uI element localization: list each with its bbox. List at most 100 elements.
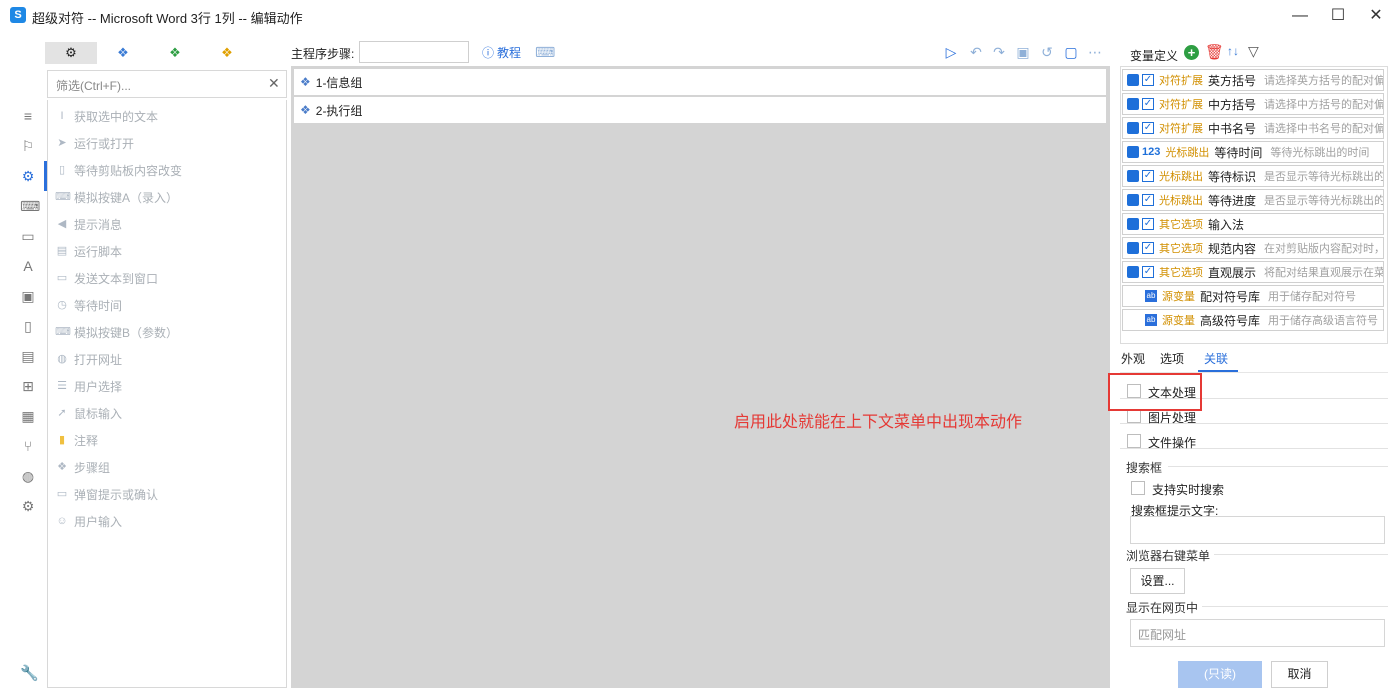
variable-description: 是否显示等待光标跳出的 [1264,195,1384,207]
variable-category: 光标跳出 [1159,195,1203,207]
variable-row[interactable]: ✓ 对符扩展 英方括号 请选择英方括号的配对偏 [1122,69,1384,91]
variable-row[interactable]: ✓ 光标跳出 等待标识 是否显示等待光标跳出的 [1122,165,1384,187]
search-hint-input[interactable] [1130,516,1385,544]
save-icon [1127,98,1139,110]
step-row[interactable]: ❖ 1-信息组 [294,69,1106,95]
history-icon[interactable]: ↺ [1038,43,1056,61]
action-item[interactable]: ⌨ 模拟按键A（录入） [55,187,178,207]
filter-icon[interactable]: ▽ [1248,43,1259,60]
step-row[interactable]: ❖ 2-执行组 [294,97,1106,123]
variable-description: 用于储存配对符号 [1268,291,1357,303]
variable-category: 其它选项 [1159,267,1203,279]
add-variable-button[interactable]: + [1184,45,1199,60]
variable-row[interactable]: ✓ 对符扩展 中书名号 请选择中书名号的配对偏 [1122,117,1384,139]
tab-options[interactable]: 选项 [1160,350,1184,367]
more-icon[interactable]: ⋯ [1086,43,1104,61]
variable-row[interactable]: ✓ 光标跳出 等待进度 是否显示等待光标跳出的 [1122,189,1384,211]
variable-row[interactable]: ab 源变量 高级符号库 用于储存高级语言符号 [1122,309,1384,331]
action-item[interactable]: ◀ 提示消息 [55,214,122,234]
action-item[interactable]: ◍ 打开网址 [55,349,122,369]
url-match-placeholder: 匹配网址 [1138,628,1187,642]
cancel-button[interactable]: 取消 [1271,661,1328,688]
action-item[interactable]: ▭ 发送文本到窗口 [55,268,158,288]
variable-name: 直观展示 [1208,265,1257,280]
save-icon [1127,266,1139,278]
undo-icon[interactable]: ↶ [967,43,985,61]
tab-green-group[interactable]: ❖ [149,42,201,64]
image-processing-checkbox[interactable] [1127,409,1141,423]
info-icon: ⓘ [482,46,495,60]
note-icon[interactable]: ▢ [1062,43,1080,61]
file-operation-checkbox[interactable] [1127,434,1141,448]
action-item[interactable]: ▯ 等待剪贴板内容改变 [55,160,182,180]
steps-canvas [291,66,1110,688]
filter-placeholder: 筛选(Ctrl+F)... [56,79,131,93]
variable-name: 输入法 [1208,217,1245,232]
realtime-search-checkbox[interactable] [1131,481,1145,495]
steps-input[interactable] [359,41,469,63]
steps-label: 主程序步骤: [291,47,355,61]
branch-icon[interactable]: ⑂ [20,438,36,454]
close-button[interactable]: ✕ [1353,0,1399,32]
play-icon[interactable]: ▷ [942,43,960,61]
readonly-button[interactable]: (只读) [1178,661,1262,688]
globe-icon[interactable]: ◍ [20,468,36,484]
window-icon[interactable]: ▭ [20,228,36,244]
redo-icon[interactable]: ↷ [990,43,1008,61]
save-icon [1127,194,1139,206]
tab-association[interactable]: 关联 [1204,350,1228,367]
action-item[interactable]: ➤ 运行或打开 [55,133,134,153]
variable-row[interactable]: 123 光标跳出 等待时间 等待光标跳出的时间 [1122,141,1384,163]
wrench-icon[interactable]: 🔧 [20,664,39,682]
grid-icon[interactable]: ▦ [20,408,36,424]
window-title: 超级对符 -- Microsoft Word 3行 1列 -- 编辑动作 [32,11,303,26]
action-item[interactable]: I 获取选中的文本 [55,106,158,126]
action-item[interactable]: ▮ 注释 [55,430,98,450]
variable-name: 等待标识 [1208,169,1257,184]
text-variable-icon: ab [1145,290,1157,302]
clear-filter-icon[interactable]: ✕ [268,75,280,92]
action-item[interactable]: ⌨ 模拟按键B（参数） [55,322,178,342]
clipboard-icon[interactable]: ▯ [20,318,36,334]
bookmark-icon[interactable]: ⚐ [20,138,36,154]
variable-row[interactable]: ab 源变量 配对符号库 用于储存配对符号 [1122,285,1384,307]
action-item[interactable]: ☺ 用户输入 [55,511,122,531]
tutorial-link[interactable]: ⓘ 教程 [482,44,521,61]
tab-orange-group[interactable]: ❖ [201,42,253,64]
variable-category: 其它选项 [1159,243,1203,255]
action-item[interactable]: ▭ 弹窗提示或确认 [55,484,158,504]
action-item[interactable]: ▤ 运行脚本 [55,241,122,261]
windows-icon[interactable]: ⊞ [20,378,36,394]
action-item[interactable]: ◷ 等待时间 [55,295,122,315]
keyboard-icon[interactable]: ⌨ [20,198,40,214]
checkbox-icon: ✓ [1142,122,1154,134]
image-processing-label: 图片处理 [1148,411,1197,425]
variable-row[interactable]: ✓ 对符扩展 中方括号 请选择中方括号的配对偏 [1122,93,1384,115]
image-icon[interactable]: ▣ [20,288,36,304]
action-item[interactable]: ❖ 步骤组 [55,457,110,477]
sort-icon[interactable]: ↑↓ [1227,44,1239,58]
select-list-icon: ☰ [57,380,67,392]
variable-row[interactable]: ✓ 其它选项 规范内容 在对剪贴版内容配对时， [1122,237,1384,259]
tab-appearance[interactable]: 外观 [1121,350,1145,367]
popup-icon: ▭ [56,488,68,500]
tab-actions-settings[interactable]: ⚙ [45,42,97,64]
send-icon: ➤ [57,137,67,149]
document-icon[interactable]: ▤ [20,348,36,364]
variable-row[interactable]: ✓ 其它选项 直观展示 将配对结果直观展示在菜 [1122,261,1384,283]
tab-blue-group[interactable]: ❖ [97,42,149,64]
action-item[interactable]: ☰ 用户选择 [55,376,122,396]
variable-row[interactable]: ✓ 其它选项 输入法 [1122,213,1384,235]
gear-cog-icon[interactable]: ⚙ [20,498,36,514]
settings-button[interactable]: 设置... [1130,568,1185,594]
settings-icon[interactable]: ⚙ [20,168,36,184]
delete-variable-icon[interactable]: 🗑 [1205,43,1224,61]
keyboard-icon[interactable]: ⌨ [535,43,555,61]
action-item[interactable]: ➚ 鼠标输入 [55,403,122,423]
variable-name: 规范内容 [1208,241,1257,256]
icon-rail [10,66,46,688]
list-icon[interactable]: ≡ [20,108,36,124]
font-icon[interactable]: A [20,258,36,274]
save-icon[interactable]: ▣ [1014,43,1032,61]
save-icon [1127,122,1139,134]
